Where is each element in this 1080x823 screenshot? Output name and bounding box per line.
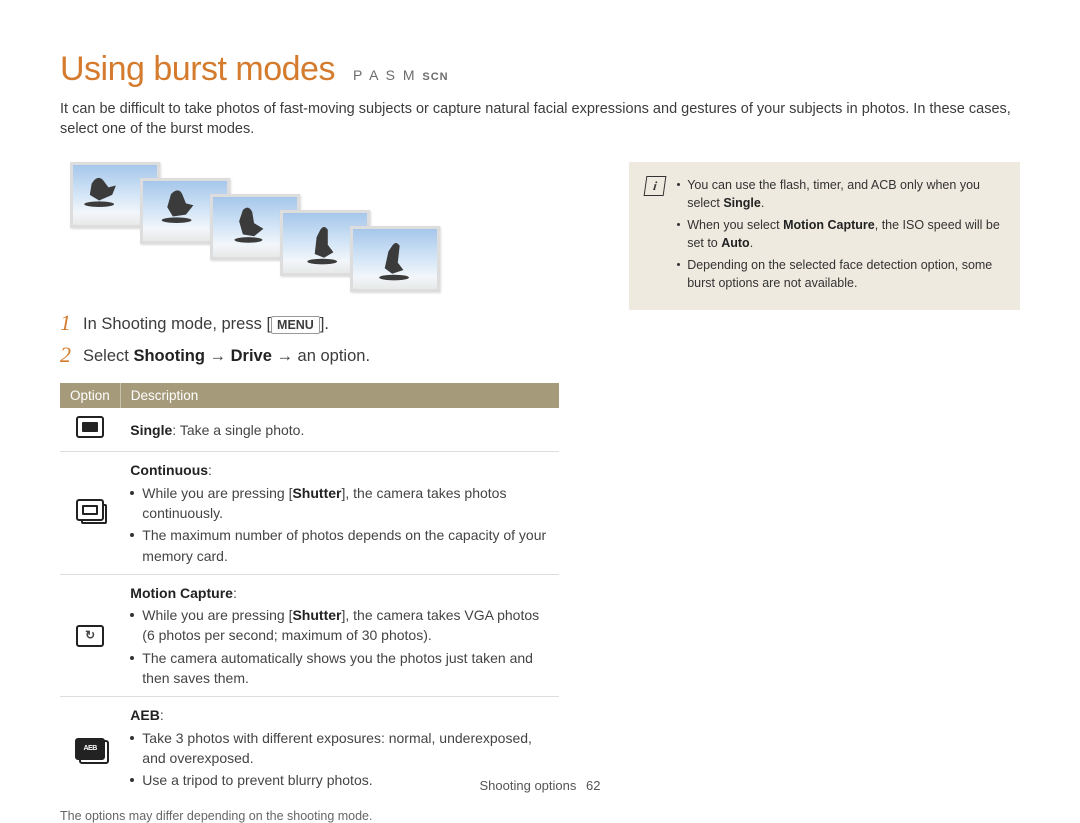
info-bullet-1: You can use the flash, timer, and ACB on… bbox=[677, 176, 1004, 212]
continuous-bullet-1: While you are pressing [Shutter], the ca… bbox=[130, 483, 549, 524]
aeb-label: AEB bbox=[130, 707, 160, 723]
step-2: 2 Select Shooting → Drive → an option. bbox=[60, 344, 559, 369]
motion-capture-bullet-1: While you are pressing [Shutter], the ca… bbox=[130, 605, 549, 646]
arrow-1: → bbox=[205, 347, 231, 365]
shutter-keycap-1: Shutter bbox=[292, 485, 341, 501]
step-2-number: 2 bbox=[60, 344, 71, 369]
row-motion-capture: Motion Capture: While you are pressing [… bbox=[60, 574, 559, 696]
menu-keycap: MENU bbox=[271, 316, 320, 334]
continuous-label: Continuous bbox=[130, 462, 208, 478]
footer-page-number: 62 bbox=[586, 778, 600, 793]
continuous-bullet-2: The maximum number of photos depends on … bbox=[130, 525, 549, 566]
info-icon: i bbox=[645, 176, 665, 297]
aeb-icon bbox=[75, 738, 105, 760]
motion-capture-colon: : bbox=[233, 585, 237, 601]
step-1: 1 In Shooting mode, press [MENU]. bbox=[60, 312, 559, 337]
info-box: i You can use the flash, timer, and ACB … bbox=[629, 162, 1020, 311]
footer-section: Shooting options bbox=[480, 778, 577, 793]
aeb-bullet-1: Take 3 photos with different exposures: … bbox=[130, 728, 549, 769]
continuous-colon: : bbox=[208, 462, 212, 478]
motion-capture-icon bbox=[76, 625, 104, 647]
shutter-keycap-2: Shutter bbox=[292, 607, 341, 623]
page-title: Using burst modes bbox=[60, 50, 335, 89]
col-option: Option bbox=[60, 383, 120, 408]
info-bullet-3: Depending on the selected face detection… bbox=[677, 256, 1004, 292]
single-desc: : Take a single photo. bbox=[172, 422, 304, 438]
row-continuous: Continuous: While you are pressing [Shut… bbox=[60, 452, 559, 574]
page-footer: Shooting options 62 bbox=[0, 778, 1080, 793]
col-description: Description bbox=[120, 383, 559, 408]
step-1-text-a: In Shooting mode, press [ bbox=[83, 315, 271, 333]
step-1-number: 1 bbox=[60, 312, 71, 337]
motion-capture-label: Motion Capture bbox=[130, 585, 233, 601]
step-2-shooting: Shooting bbox=[133, 347, 204, 365]
info-bullet-2: When you select Motion Capture, the ISO … bbox=[677, 216, 1004, 252]
mode-indicators: P A S M SCN bbox=[353, 67, 449, 83]
thumb-snowboard-landing-2 bbox=[350, 226, 440, 292]
single-icon bbox=[76, 416, 104, 438]
aeb-colon: : bbox=[160, 707, 164, 723]
burst-example-thumbnails bbox=[70, 162, 559, 292]
step-2-drive: Drive bbox=[231, 347, 272, 365]
motion-capture-bullet-2: The camera automatically shows you the p… bbox=[130, 648, 549, 689]
options-table: Option Description Single: Take a single… bbox=[60, 383, 559, 798]
footnote: The options may differ depending on the … bbox=[60, 809, 559, 823]
intro-text: It can be difficult to take photos of fa… bbox=[60, 99, 1020, 140]
step-1-text-b: ]. bbox=[320, 315, 329, 333]
single-label: Single bbox=[130, 422, 172, 438]
mode-scn: SCN bbox=[422, 71, 448, 83]
row-single: Single: Take a single photo. bbox=[60, 408, 559, 452]
step-2-text-b: → an option. bbox=[272, 347, 370, 365]
step-2-text-a: Select bbox=[83, 347, 133, 365]
mode-letters: P A S M bbox=[353, 67, 417, 83]
continuous-icon bbox=[76, 499, 104, 521]
